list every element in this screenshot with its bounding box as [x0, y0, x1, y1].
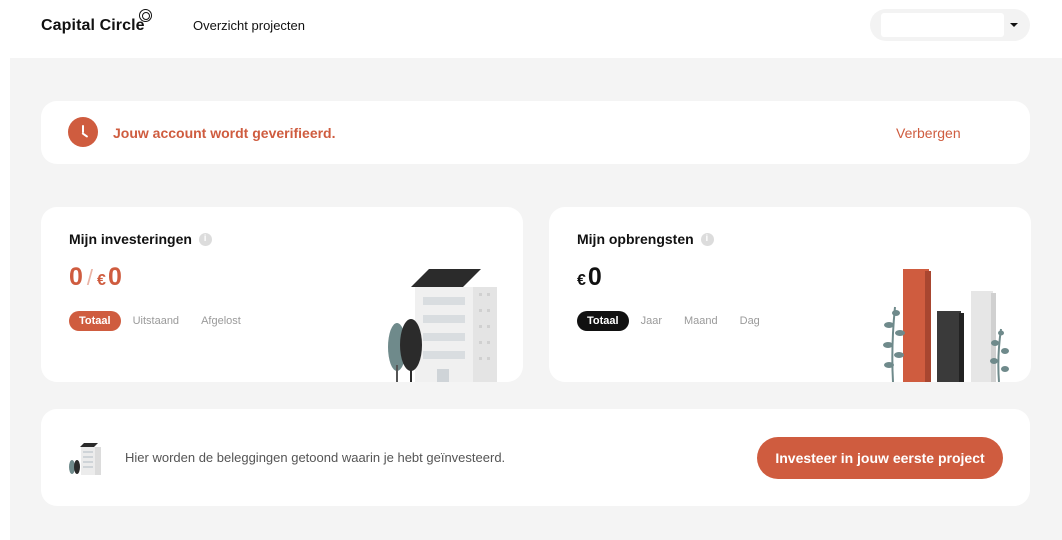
account-dropdown-value: [881, 13, 1004, 37]
account-dropdown[interactable]: [870, 9, 1030, 41]
earnings-card: Mijn opbrengsten €0 Totaal Jaar Maand Da…: [549, 207, 1031, 382]
filter-tab-uitstaand[interactable]: Uitstaand: [123, 311, 189, 331]
filter-tab-totaal[interactable]: Totaal: [69, 311, 121, 331]
investments-summary: 0/€0: [69, 263, 122, 292]
investments-amount: 0: [107, 263, 122, 291]
building-icon: [69, 443, 101, 475]
clock-icon: [68, 117, 98, 147]
investments-card: Mijn investeringen 0/€0 Totaal Uitstaand…: [41, 207, 523, 382]
currency-symbol: €: [97, 272, 106, 289]
earnings-title-text: Mijn opbrengsten: [577, 231, 694, 247]
filter-tab-afgelost[interactable]: Afgelost: [191, 311, 251, 331]
earnings-title: Mijn opbrengsten: [577, 231, 714, 247]
investments-filter-tabs: Totaal Uitstaand Afgelost: [69, 311, 253, 331]
earnings-summary: €0: [577, 263, 602, 292]
earnings-amount: 0: [587, 263, 602, 291]
filter-tab-maand[interactable]: Maand: [674, 311, 728, 331]
info-icon[interactable]: [700, 233, 714, 246]
dashboard-content: Jouw account wordt geverifieerd. Verberg…: [10, 58, 1062, 540]
currency-symbol: €: [577, 272, 586, 289]
verification-message: Jouw account wordt geverifieerd.: [113, 125, 336, 141]
investments-title-text: Mijn investeringen: [69, 231, 192, 247]
summary-separator: /: [86, 265, 94, 290]
filter-tab-dag[interactable]: Dag: [730, 311, 770, 331]
verification-alert: Jouw account wordt geverifieerd. Verberg…: [41, 101, 1030, 164]
earnings-filter-tabs: Totaal Jaar Maand Dag: [577, 311, 772, 331]
caret-down-icon: [1010, 23, 1018, 27]
investments-count: 0: [69, 263, 83, 291]
info-icon[interactable]: [198, 233, 212, 246]
building-illustration: [388, 269, 497, 382]
empty-state-text: Hier worden de beleggingen getoond waari…: [125, 450, 506, 465]
brand-circle-icon: [139, 9, 152, 22]
investments-title: Mijn investeringen: [69, 231, 212, 247]
nav-projects-link[interactable]: Overzicht projecten: [193, 18, 305, 33]
empty-investments-banner: Hier worden de beleggingen getoond waari…: [41, 409, 1030, 506]
brand-name: Capital Circle: [41, 17, 145, 34]
invest-first-project-button[interactable]: Investeer in jouw eerste project: [757, 437, 1003, 479]
hide-alert-link[interactable]: Verbergen: [896, 125, 961, 141]
top-navigation-bar: Capital Circle Overzicht projecten: [0, 0, 1062, 58]
filter-tab-jaar[interactable]: Jaar: [631, 311, 672, 331]
filter-tab-totaal[interactable]: Totaal: [577, 311, 629, 331]
bar-chart-illustration: [883, 269, 1009, 382]
brand-logo[interactable]: Capital Circle: [41, 9, 152, 35]
